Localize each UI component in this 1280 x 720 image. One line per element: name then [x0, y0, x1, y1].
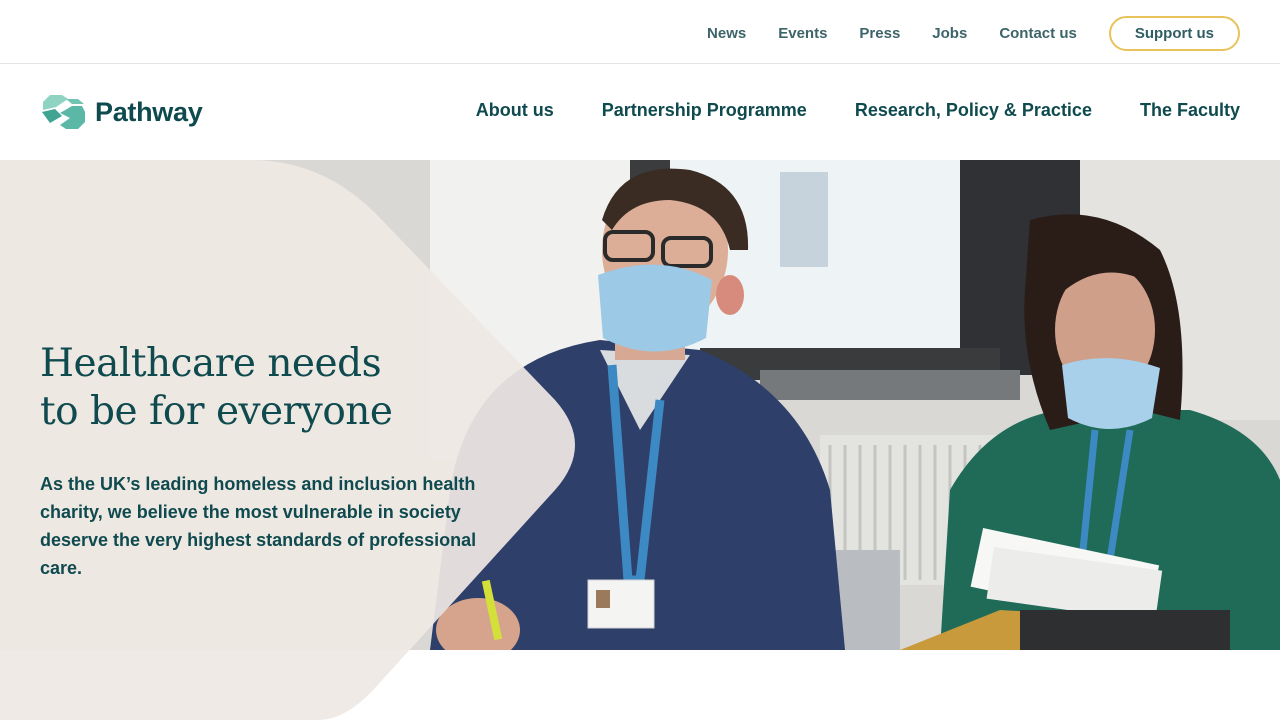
press-link[interactable]: Press	[859, 25, 900, 42]
pathway-logo-icon	[42, 95, 85, 129]
events-link[interactable]: Events	[778, 25, 827, 42]
hero-description: As the UK’s leading homeless and inclusi…	[40, 474, 477, 578]
hero-copy: Healthcare needs to be for everyone As t…	[40, 340, 510, 582]
utility-nav: News Events Press Jobs Contact us Suppor…	[707, 16, 1240, 51]
nav-about-us[interactable]: About us	[476, 100, 554, 121]
nav-partnership-programme[interactable]: Partnership Programme	[602, 100, 807, 121]
pathway-logo[interactable]: Pathway	[40, 88, 203, 136]
main-nav: About us Partnership Programme Research,…	[476, 100, 1240, 121]
hero-title-line-1: Healthcare needs	[40, 341, 382, 386]
news-link[interactable]: News	[707, 25, 746, 42]
contact-us-link[interactable]: Contact us	[999, 25, 1077, 42]
hero-title-line-2: to be for everyone	[40, 389, 393, 434]
support-us-button[interactable]: Support us	[1108, 16, 1240, 51]
hero-title: Healthcare needs to be for everyone	[40, 340, 510, 436]
main-header: Pathway About us Partnership Programme R…	[0, 64, 1280, 160]
jobs-link[interactable]: Jobs	[932, 25, 967, 42]
nav-the-faculty[interactable]: The Faculty	[1140, 100, 1240, 121]
logo-wordmark: Pathway	[95, 96, 203, 127]
nav-research-policy-practice[interactable]: Research, Policy & Practice	[855, 100, 1092, 121]
utility-bar: News Events Press Jobs Contact us Suppor…	[0, 0, 1280, 64]
